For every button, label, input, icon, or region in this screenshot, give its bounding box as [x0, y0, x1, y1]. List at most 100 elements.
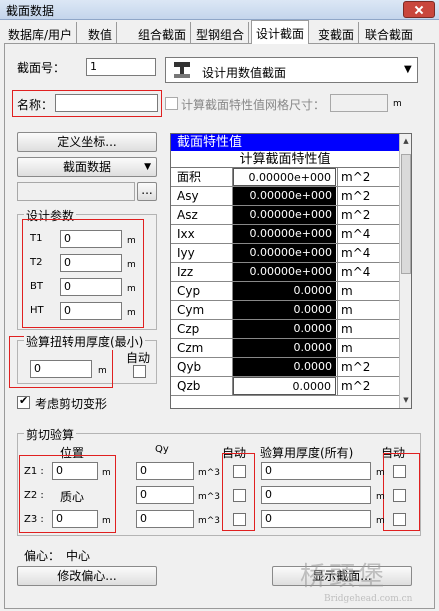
property-unit: m: [337, 339, 397, 357]
torsion-title: 验算扭转用厚度(最小): [24, 333, 146, 350]
section-type-select[interactable]: 设计用数值截面 ▼: [165, 57, 418, 83]
property-name: Iyy: [171, 244, 233, 262]
param-t2-input[interactable]: 0: [60, 254, 122, 272]
property-value[interactable]: 0.00000e+000: [233, 168, 336, 186]
torsion-auto-checkbox[interactable]: [133, 365, 146, 378]
param-t2-label: T2: [30, 257, 43, 268]
property-value[interactable]: 0.00000e+000: [233, 206, 336, 224]
property-unit: m^4: [337, 225, 397, 243]
shear-z1-thickness-input[interactable]: 0: [261, 462, 371, 480]
scroll-up-icon[interactable]: ▲: [401, 135, 411, 147]
shear-z2-thickness-input[interactable]: 0: [261, 486, 371, 504]
tab-combined-section[interactable]: 联合截面: [361, 22, 417, 44]
shear-z2-auto-checkbox[interactable]: [233, 489, 246, 502]
property-name: 面积: [171, 168, 233, 186]
tab-values[interactable]: 数值: [84, 22, 118, 44]
property-row: Asz 0.00000e+000 m^2: [171, 206, 399, 225]
mesh-size-unit: m: [393, 99, 402, 109]
property-name: Asy: [171, 187, 233, 205]
property-unit: m: [337, 320, 397, 338]
property-unit: m: [337, 301, 397, 319]
tab-database-user[interactable]: 数据库/用户: [4, 22, 78, 44]
property-unit: m^2: [337, 187, 397, 205]
property-row: Qyb 0.0000 m^2: [171, 358, 399, 377]
property-unit: m^2: [337, 377, 397, 395]
file-path-input[interactable]: [17, 182, 135, 201]
shear-check-title: 剪切验算: [24, 426, 77, 443]
property-name: Qyb: [171, 358, 233, 376]
property-row: 面积 0.00000e+000 m^2: [171, 168, 399, 187]
name-label: 名称：: [17, 98, 54, 112]
property-name: Qzb: [171, 377, 233, 395]
tab-tapered-section[interactable]: 变截面: [314, 22, 360, 44]
property-row: Izz 0.00000e+000 m^4: [171, 263, 399, 282]
shear-z2-qy-unit: m^3: [198, 492, 221, 502]
param-bt-input[interactable]: 0: [60, 278, 122, 296]
shear-z1-auto-checkbox[interactable]: [233, 465, 246, 478]
tab-design-section[interactable]: 设计截面: [251, 20, 310, 44]
shear-z1-thickness-unit: m: [376, 468, 385, 478]
watermark-logo: 桥頭堡: [300, 562, 388, 592]
properties-scrollbar[interactable]: ▲ ▼: [399, 134, 411, 408]
shear-z3-position-input[interactable]: 0: [52, 510, 98, 528]
property-value[interactable]: 0.00000e+000: [233, 187, 336, 205]
property-value[interactable]: 0.00000e+000: [233, 244, 336, 262]
shear-z2-auto2-checkbox[interactable]: [393, 489, 406, 502]
param-ht-unit: m: [127, 308, 136, 318]
param-t2-unit: m: [127, 260, 136, 270]
property-value[interactable]: 0.0000: [233, 358, 336, 376]
browse-button[interactable]: ...: [137, 182, 157, 201]
shear-z3-thickness-input[interactable]: 0: [261, 510, 371, 528]
property-value[interactable]: 0.0000: [233, 339, 336, 357]
shear-z1-position-input[interactable]: 0: [52, 462, 98, 480]
shear-z3-position-unit: m: [102, 516, 111, 526]
property-unit: m: [337, 282, 397, 300]
section-data-button[interactable]: 截面数据 ▼: [17, 157, 157, 177]
calc-properties-button[interactable]: 计算截面特性值: [171, 151, 399, 168]
property-value[interactable]: 0.0000: [233, 320, 336, 338]
scroll-thumb[interactable]: [401, 154, 411, 274]
property-value[interactable]: 0.0000: [233, 301, 336, 319]
param-t1-input[interactable]: 0: [60, 230, 122, 248]
shear-z3-label: Z3 :: [24, 514, 44, 525]
property-row: Cym 0.0000 m: [171, 301, 399, 320]
define-coordinates-button[interactable]: 定义坐标...: [17, 132, 157, 152]
torsion-auto-label: 自动: [126, 351, 151, 365]
properties-grid: 截面特性值 计算截面特性值 面积 0.00000e+000 m^2 Asy 0.0000…: [170, 133, 412, 409]
param-ht-input[interactable]: 0: [60, 302, 122, 320]
mesh-size-checkbox[interactable]: [165, 97, 178, 110]
scroll-down-icon[interactable]: ▼: [401, 394, 411, 406]
tab-composite-section[interactable]: 组合截面: [134, 22, 192, 44]
shear-z3-qy-input[interactable]: 0: [136, 510, 194, 528]
shear-z1-qy-input[interactable]: 0: [136, 462, 194, 480]
section-number-input[interactable]: 1: [86, 58, 156, 76]
shear-z2-label: Z2 :: [24, 490, 44, 501]
property-row: Asy 0.00000e+000 m^2: [171, 187, 399, 206]
mesh-size-input[interactable]: [330, 94, 388, 112]
tab-steel-composite[interactable]: 型钢组合: [192, 22, 250, 44]
torsion-unit: m: [98, 366, 107, 376]
shear-thickness-header: 验算用厚度(所有): [260, 446, 354, 460]
modify-offset-button[interactable]: 修改偏心...: [17, 566, 157, 586]
property-unit: m^2: [337, 206, 397, 224]
property-row: Cyp 0.0000 m: [171, 282, 399, 301]
param-t1-label: T1: [30, 233, 43, 244]
close-button[interactable]: [403, 1, 435, 18]
param-bt-unit: m: [127, 284, 136, 294]
property-name: Izz: [171, 263, 233, 281]
property-value[interactable]: 0.00000e+000: [233, 263, 336, 281]
shear-z1-auto2-checkbox[interactable]: [393, 465, 406, 478]
param-t1-unit: m: [127, 236, 136, 246]
shear-deform-checkbox[interactable]: [17, 394, 30, 409]
torsion-input[interactable]: 0: [30, 360, 92, 378]
property-unit: m^2: [337, 358, 397, 376]
property-value[interactable]: 0.00000e+000: [233, 225, 336, 243]
property-value[interactable]: 0.0000: [233, 282, 336, 300]
property-value[interactable]: 0.0000: [233, 377, 336, 395]
shear-z2-qy-input[interactable]: 0: [136, 486, 194, 504]
shear-z3-auto-checkbox[interactable]: [233, 513, 246, 526]
shear-z3-auto2-checkbox[interactable]: [393, 513, 406, 526]
name-input[interactable]: [55, 94, 158, 112]
shear-z3-qy-unit: m^3: [198, 516, 221, 526]
watermark-url: Bridgehead.com.cn: [324, 594, 413, 604]
